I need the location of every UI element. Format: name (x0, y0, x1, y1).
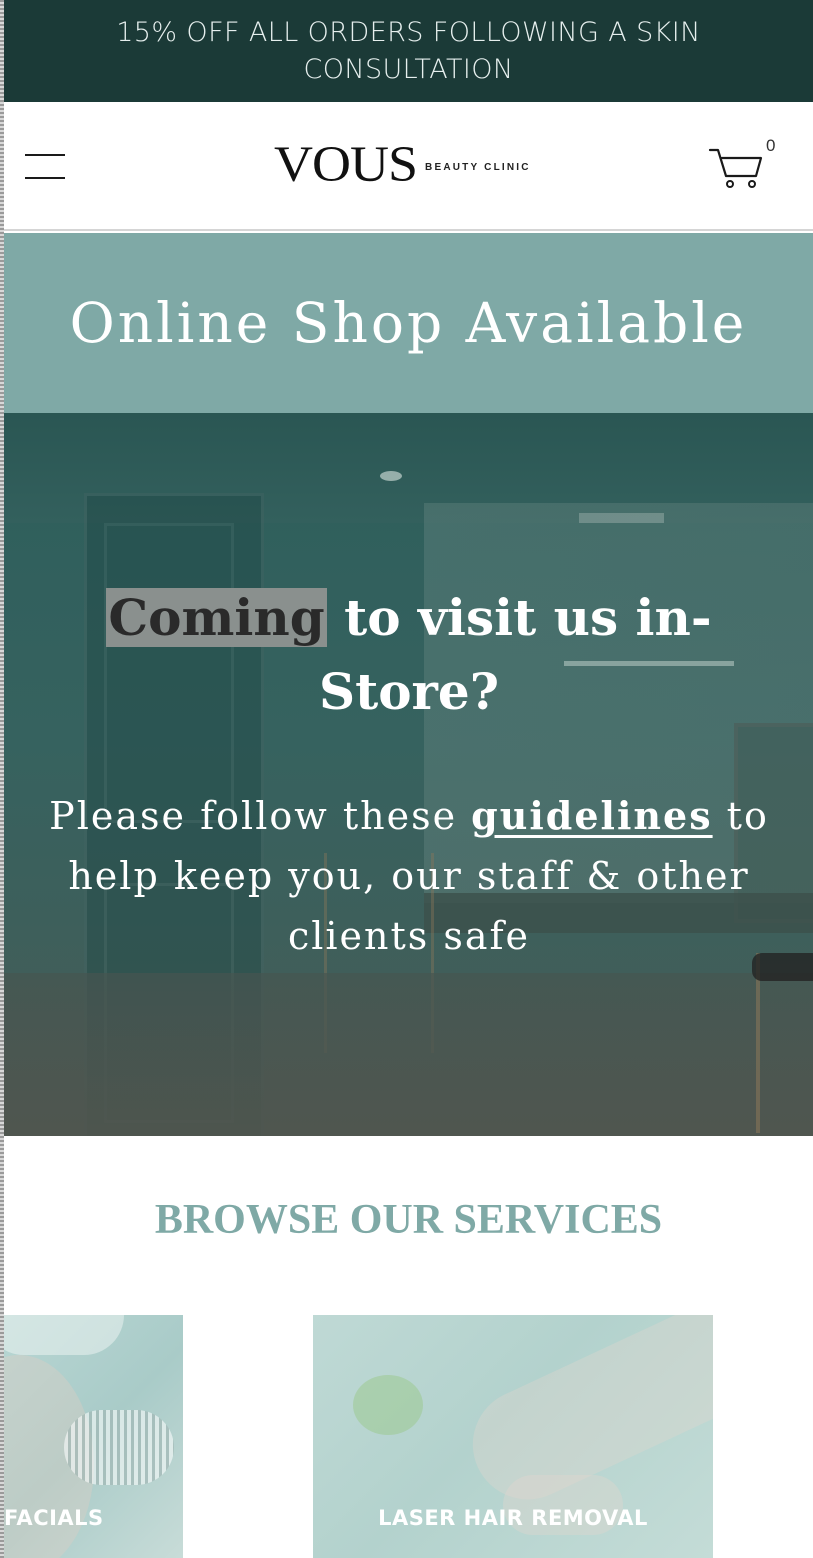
hero-guidelines-text: Please follow these guidelines to help k… (44, 786, 774, 966)
cart-button[interactable]: 0 (708, 136, 778, 196)
brand-logo[interactable]: VOUS BEAUTY CLINIC (274, 134, 531, 194)
site-header: VOUS BEAUTY CLINIC 0 (4, 102, 813, 231)
hamburger-menu-icon[interactable] (25, 154, 67, 180)
hero-content: Coming to visit us in-Store? Please foll… (4, 413, 813, 1136)
service-card-label: FACIALS (4, 1506, 104, 1530)
online-shop-banner[interactable]: Online Shop Available (4, 233, 813, 413)
service-card-facials[interactable]: FACIALS (4, 1315, 183, 1558)
hero-section: Coming to visit us in-Store? Please foll… (4, 413, 813, 1136)
shop-banner-title: Online Shop Available (69, 291, 748, 355)
laser-image-plant (353, 1375, 423, 1435)
promo-announcement-bar: 15% OFF ALL ORDERS FOLLOWING A SKIN CONS… (4, 0, 813, 102)
cart-count-badge: 0 (766, 136, 776, 155)
promo-text: 15% OFF ALL ORDERS FOLLOWING A SKIN CONS… (116, 17, 701, 85)
service-card-laser-hair-removal[interactable]: LASER HAIR REMOVAL (313, 1315, 713, 1558)
guidelines-link[interactable]: guidelines (471, 793, 712, 838)
facials-image-device (64, 1410, 174, 1485)
service-card-label: LASER HAIR REMOVAL (378, 1506, 648, 1530)
hero-title-rest: to visit us in-Store? (318, 588, 712, 721)
shopping-cart-icon (708, 148, 763, 188)
hero-title-highlight: Coming (106, 588, 327, 647)
logo-wordmark: VOUS (274, 135, 418, 193)
services-section-title: BROWSE OUR SERVICES (154, 1197, 663, 1243)
hero-text-before: Please follow these (49, 794, 472, 838)
hero-title: Coming to visit us in-Store? (94, 581, 724, 729)
logo-subtitle: BEAUTY CLINIC (425, 161, 531, 173)
facials-image-headband (4, 1315, 124, 1355)
